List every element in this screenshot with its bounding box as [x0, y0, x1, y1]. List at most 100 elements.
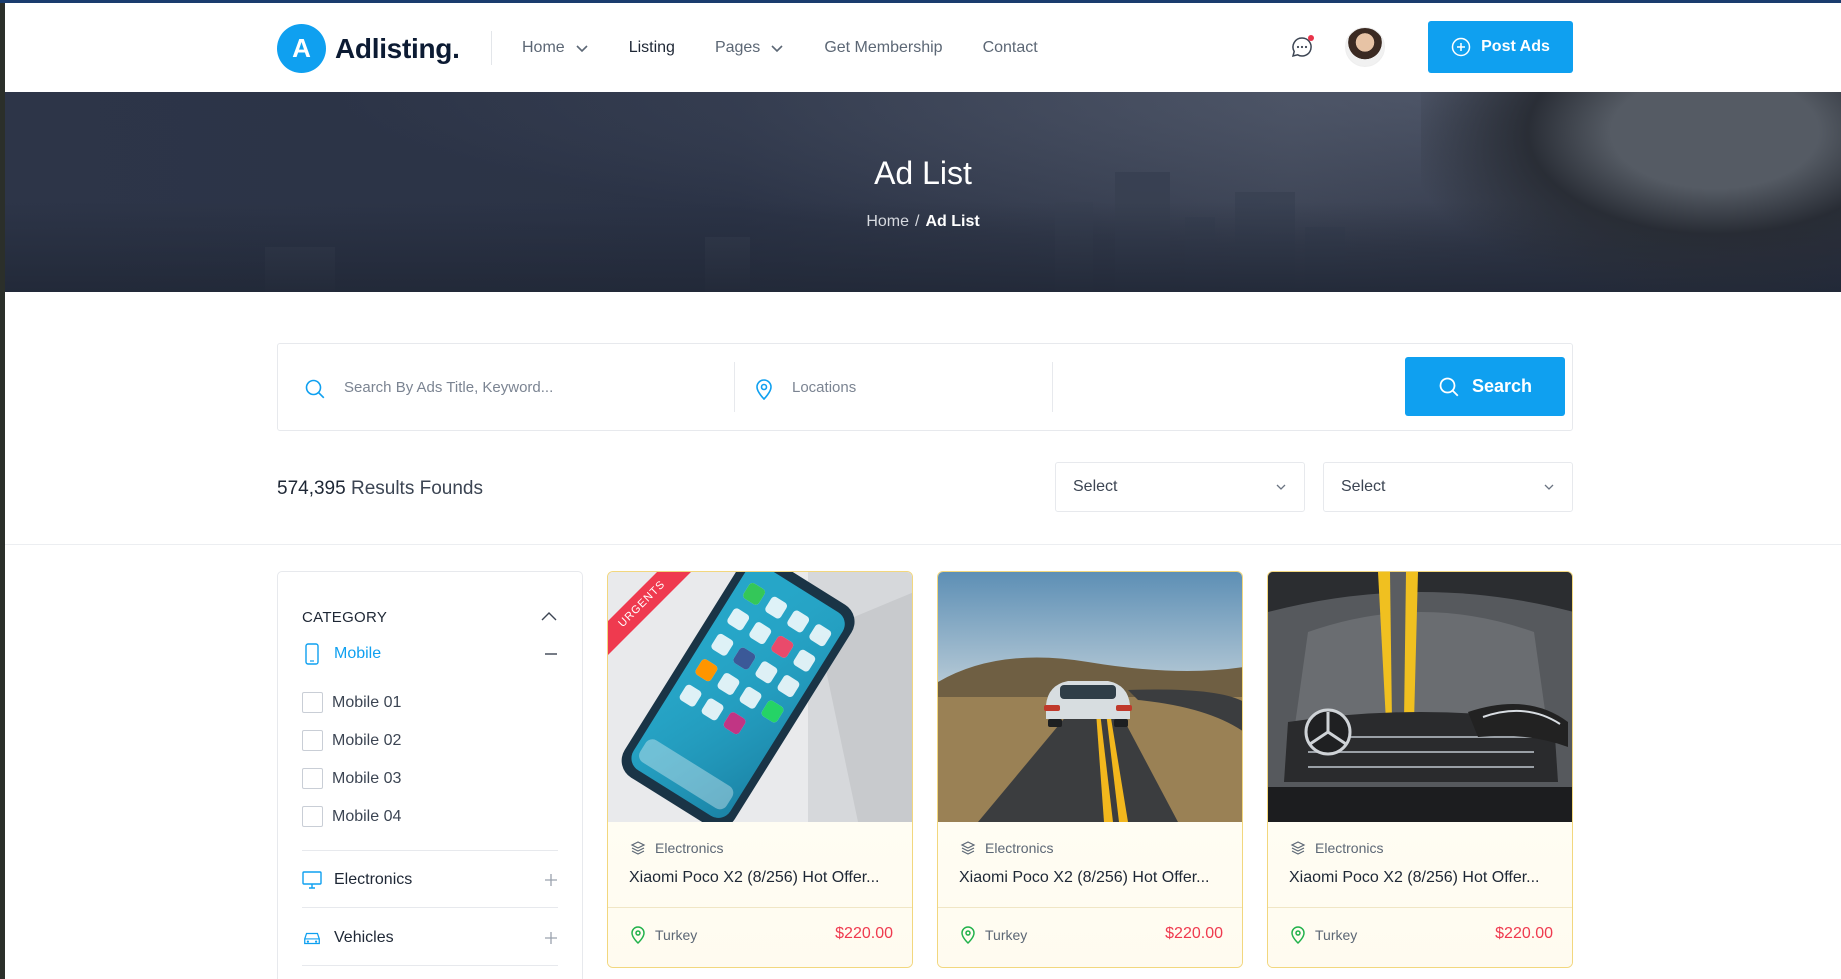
monitor-icon [302, 871, 322, 889]
listing-image-phone[interactable]: URGENTS [608, 572, 912, 822]
keyword-search-input[interactable] [344, 378, 664, 396]
listing-title[interactable]: Xiaomi Poco X2 (8/256) Hot Offer... [1289, 869, 1559, 887]
listing-card[interactable]: URGENTS Electronics Xiaomi Poco X2 (8/25… [607, 571, 913, 968]
results-label: Results Founds [350, 478, 483, 499]
nav-item-label: Home [522, 39, 565, 56]
listing-category-label: Electronics [1315, 840, 1384, 856]
listing-category: Electronics [960, 840, 1053, 856]
sort-select-1[interactable]: Select [1055, 462, 1305, 512]
chevron-down-icon [771, 45, 783, 53]
user-avatar[interactable] [1345, 27, 1385, 67]
listing-location-label: Turkey [985, 927, 1028, 943]
logo-dot: . [452, 32, 460, 64]
listing-title[interactable]: Xiaomi Poco X2 (8/256) Hot Offer... [629, 869, 899, 887]
plus-icon[interactable] [544, 869, 558, 891]
plus-icon[interactable] [544, 927, 558, 949]
category-item-electronics[interactable]: Electronics [302, 869, 558, 891]
section-divider [5, 544, 1841, 545]
sort-select-2[interactable]: Select [1323, 462, 1573, 512]
minus-icon[interactable] [544, 643, 558, 665]
search-icon [1439, 377, 1459, 396]
checkbox[interactable] [302, 768, 323, 789]
listing-body: Electronics Xiaomi Poco X2 (8/256) Hot O… [1268, 822, 1572, 967]
listing-category-label: Electronics [655, 840, 724, 856]
checkbox[interactable] [302, 730, 323, 751]
layers-icon [960, 841, 976, 855]
listing-category-label: Electronics [985, 840, 1054, 856]
listing-image-mercedes[interactable] [1268, 572, 1572, 822]
search-form: Search [277, 343, 1573, 431]
listing-divider [608, 907, 912, 908]
post-ads-label: Post Ads [1481, 38, 1550, 55]
listing-body: Electronics Xiaomi Poco X2 (8/256) Hot O… [938, 822, 1242, 967]
category-label: Mobile [334, 645, 382, 662]
category-label: Vehicles [334, 929, 394, 946]
results-number: 574,395 [277, 478, 346, 499]
checkbox[interactable] [302, 806, 323, 827]
listing-category: Electronics [630, 840, 723, 856]
category-label: Electronics [334, 871, 413, 888]
location-field [754, 344, 1054, 430]
select-value: Select [1073, 478, 1118, 495]
subcategory-mobile-03[interactable]: Mobile 03 [302, 768, 401, 789]
chevron-down-icon [1544, 484, 1554, 490]
breadcrumb-current: Ad List [925, 213, 980, 230]
location-pin-icon [1291, 926, 1305, 944]
listing-price: $220.00 [1165, 925, 1223, 942]
location-input[interactable] [792, 378, 1032, 396]
subcategory-mobile-01[interactable]: Mobile 01 [302, 692, 401, 713]
chevron-up-icon[interactable] [540, 610, 558, 624]
nav-item-pages[interactable]: Pages [715, 39, 784, 57]
listing-location-label: Turkey [1315, 927, 1358, 943]
category-item-mobile[interactable]: Mobile [302, 643, 558, 665]
category-heading: CATEGORY [302, 609, 388, 626]
listing-category: Electronics [1290, 840, 1383, 856]
layers-icon [1290, 841, 1306, 855]
banner-person-silhouette [1421, 92, 1841, 292]
category-divider [302, 965, 558, 966]
checkbox[interactable] [302, 692, 323, 713]
listing-location: Turkey [960, 926, 1027, 944]
category-divider [302, 850, 558, 851]
search-button-label: Search [1471, 376, 1533, 396]
nav-item-listing[interactable]: Listing [629, 39, 675, 57]
nav-item-label: Get Membership [824, 39, 943, 56]
header-actions: Post Ads [1289, 21, 1573, 73]
page-banner: Ad List Home / Ad List [5, 92, 1841, 292]
search-button[interactable]: Search [1405, 357, 1565, 416]
category-item-vehicles[interactable]: Vehicles [302, 927, 558, 949]
breadcrumb-home-link[interactable]: Home [866, 213, 909, 230]
listing-card[interactable]: Electronics Xiaomi Poco X2 (8/256) Hot O… [937, 571, 1243, 968]
nav-item-label: Pages [714, 39, 761, 56]
page-title: Ad List [874, 155, 972, 191]
subcategory-mobile-04[interactable]: Mobile 04 [302, 806, 401, 827]
site-header: A Adlisting. Home Listing Pages Get Memb… [5, 3, 1841, 92]
post-ads-button[interactable]: Post Ads [1428, 21, 1573, 73]
search-field-divider [734, 362, 735, 412]
logo[interactable]: A Adlisting. [277, 24, 460, 73]
nav-item-home[interactable]: Home [522, 39, 589, 57]
subcategory-mobile-02[interactable]: Mobile 02 [302, 730, 401, 751]
chat-bubble-icon[interactable] [1289, 34, 1315, 60]
breadcrumb-separator: / [915, 213, 920, 230]
chevron-down-icon [1276, 484, 1286, 490]
main-nav: Home Listing Pages Get Membership Contac… [522, 39, 1078, 57]
select-value: Select [1341, 478, 1386, 495]
category-filter: CATEGORY Mobile Mobile 01 Mobile 02 Mobi… [277, 571, 583, 979]
listing-image-car-road[interactable] [938, 572, 1242, 822]
nav-item-get-membership[interactable]: Get Membership [824, 39, 942, 57]
notification-dot [1308, 35, 1314, 41]
chevron-down-icon [576, 45, 588, 53]
listing-card[interactable]: Electronics Xiaomi Poco X2 (8/256) Hot O… [1267, 571, 1573, 968]
listing-divider [938, 907, 1242, 908]
listing-divider [1268, 907, 1572, 908]
keyword-field [304, 344, 744, 430]
subcategory-label: Mobile 04 [332, 807, 402, 825]
subcategory-label: Mobile 03 [332, 769, 402, 787]
mobile-icon [302, 643, 322, 665]
search-field-divider [1052, 362, 1053, 412]
nav-item-label: Listing [628, 39, 675, 56]
listing-title[interactable]: Xiaomi Poco X2 (8/256) Hot Offer... [959, 869, 1229, 887]
nav-item-contact[interactable]: Contact [983, 39, 1038, 57]
breadcrumb: Home / Ad List [5, 213, 1841, 231]
